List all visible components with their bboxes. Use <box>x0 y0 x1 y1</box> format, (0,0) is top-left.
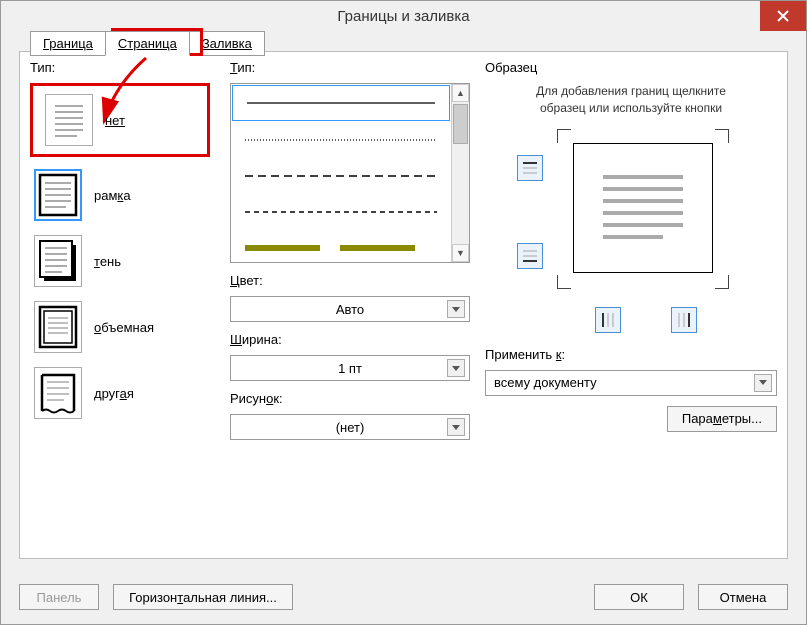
preview-hint: Для добавления границ щелкнитеобразец ил… <box>485 83 777 117</box>
chevron-down-icon <box>754 374 772 392</box>
art-value: (нет) <box>336 420 365 435</box>
linetype-dash-short[interactable] <box>231 194 451 230</box>
corner-tr <box>715 129 729 143</box>
dialog-body: Граница Страница Заливка Тип: нет <box>19 51 788 559</box>
setting-none-icon <box>45 94 93 146</box>
style-column: Тип: ▲ ▼ Цвет: <box>230 60 470 440</box>
edge-right-button[interactable] <box>671 307 697 333</box>
linetype-dash-long[interactable] <box>231 158 451 194</box>
close-button[interactable] <box>760 1 806 31</box>
color-value: Авто <box>336 302 364 317</box>
edge-left-button[interactable] <box>595 307 621 333</box>
linetype-label: Тип: <box>230 60 470 75</box>
setting-shadow[interactable]: тень <box>30 233 210 289</box>
setting-box-label: рамка <box>94 188 131 203</box>
edge-top-button[interactable] <box>517 155 543 181</box>
options-button[interactable]: Параметры... <box>667 406 777 432</box>
chevron-down-icon <box>447 359 465 377</box>
setting-custom[interactable]: другая <box>30 365 210 421</box>
preview-area <box>485 137 777 337</box>
scroll-track[interactable] <box>452 102 469 244</box>
apply-label: Применить к: <box>485 347 777 362</box>
width-combo[interactable]: 1 пт <box>230 355 470 381</box>
linetype-scrollbar[interactable]: ▲ ▼ <box>451 84 469 262</box>
preview-label: Образец <box>485 60 777 75</box>
corner-tl <box>557 129 571 143</box>
setting-box[interactable]: рамка <box>30 167 210 223</box>
dialog-content: Тип: нет рамка <box>20 52 787 558</box>
setting-3d[interactable]: объемная <box>30 299 210 355</box>
setting-shadow-label: тень <box>94 254 121 269</box>
setting-custom-label: другая <box>94 386 134 401</box>
setting-none-label: нет <box>105 113 125 128</box>
scroll-down-icon[interactable]: ▼ <box>452 244 469 262</box>
ok-button[interactable]: ОК <box>594 584 684 610</box>
tab-page[interactable]: Страница <box>105 31 190 56</box>
preview-column: Образец Для добавления границ щелкнитеоб… <box>485 60 777 432</box>
horizontal-line-button[interactable]: Горизонтальная линия... <box>113 584 293 610</box>
chevron-down-icon <box>447 418 465 436</box>
apply-value: всему документу <box>494 375 597 390</box>
scroll-up-icon[interactable]: ▲ <box>452 84 469 102</box>
titlebar: Границы и заливка <box>1 1 806 31</box>
setting-custom-icon <box>34 367 82 419</box>
settings-column: Тип: нет рамка <box>30 60 210 421</box>
width-value: 1 пт <box>338 361 362 376</box>
setting-shadow-icon <box>34 235 82 287</box>
borders-shading-dialog: Границы и заливка Граница Страница Залив… <box>0 0 807 625</box>
apply-combo[interactable]: всему документу <box>485 370 777 396</box>
dialog-footer: Панель Горизонтальная линия... ОК Отмена <box>19 584 788 610</box>
scroll-thumb[interactable] <box>453 104 468 144</box>
panel-button[interactable]: Панель <box>19 584 99 610</box>
setting-3d-label: объемная <box>94 320 154 335</box>
dialog-title: Границы и заливка <box>337 8 469 25</box>
setting-none[interactable]: нет <box>30 83 210 157</box>
color-combo[interactable]: Авто <box>230 296 470 322</box>
corner-br <box>715 275 729 289</box>
linetype-thick-dash[interactable] <box>231 230 451 262</box>
preview-box[interactable] <box>573 143 713 273</box>
cancel-button[interactable]: Отмена <box>698 584 788 610</box>
setting-3d-icon <box>34 301 82 353</box>
width-label: Ширина: <box>230 332 470 347</box>
linetype-list <box>231 84 451 262</box>
linetype-listbox[interactable]: ▲ ▼ <box>230 83 470 263</box>
art-combo[interactable]: (нет) <box>230 414 470 440</box>
color-label: Цвет: <box>230 273 470 288</box>
corner-bl <box>557 275 571 289</box>
art-label: Рисунок: <box>230 391 470 406</box>
linetype-solid[interactable] <box>232 85 450 121</box>
settings-label: Тип: <box>30 60 210 75</box>
setting-box-icon <box>34 169 82 221</box>
settings-list: нет рамка тень <box>30 83 210 421</box>
edge-bottom-button[interactable] <box>517 243 543 269</box>
chevron-down-icon <box>447 300 465 318</box>
linetype-dotted[interactable] <box>231 122 451 158</box>
